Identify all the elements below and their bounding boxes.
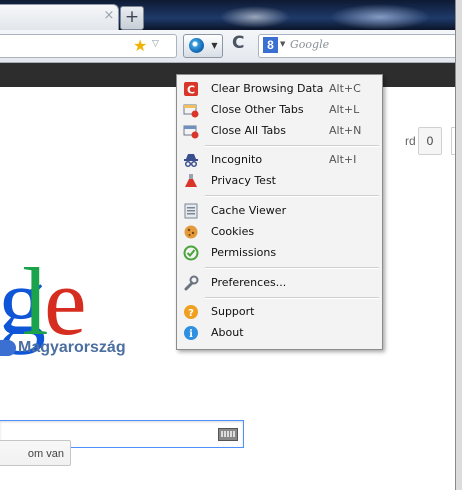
menu-separator bbox=[205, 297, 379, 299]
cache-viewer-icon bbox=[184, 203, 198, 219]
lucky-button[interactable]: om van bbox=[0, 440, 71, 466]
menu-item-about[interactable]: i About bbox=[177, 323, 382, 343]
search-bar[interactable]: 8 ▼ Google bbox=[258, 34, 456, 58]
privacy-extension-icon bbox=[189, 38, 204, 53]
menu-separator bbox=[205, 195, 379, 197]
menu-item-clear-browsing-data[interactable]: C Clear Browsing Data Alt+C bbox=[177, 79, 382, 99]
browser-window: × + ★ ▽ ▼ C 8 ▼ Google rd 0 g l e Magyar… bbox=[0, 0, 462, 490]
menu-item-close-other-tabs[interactable]: Close Other Tabs Alt+L bbox=[177, 100, 382, 120]
account-link-partial[interactable]: rd bbox=[405, 134, 416, 148]
menu-item-permissions[interactable]: Permissions bbox=[177, 243, 382, 263]
country-label: Magyarország bbox=[18, 339, 126, 356]
flask-icon bbox=[185, 174, 197, 187]
info-icon: i bbox=[184, 326, 198, 340]
menu-item-shortcut: Alt+I bbox=[329, 153, 357, 166]
menu-item-preferences[interactable]: Preferences... bbox=[177, 273, 382, 293]
menu-item-support[interactable]: ? Support bbox=[177, 302, 382, 322]
menu-item-privacy-test[interactable]: Privacy Test bbox=[177, 171, 382, 191]
menu-item-label: Privacy Test bbox=[211, 174, 276, 187]
svg-text:C: C bbox=[187, 84, 195, 97]
menu-item-incognito[interactable]: Incognito Alt+I bbox=[177, 150, 382, 170]
window-scroll-edge bbox=[455, 0, 462, 490]
menu-item-cookies[interactable]: Cookies bbox=[177, 222, 382, 242]
menu-item-shortcut: Alt+N bbox=[329, 124, 362, 137]
keyboard-icon[interactable] bbox=[218, 428, 238, 441]
url-dropdown-icon[interactable]: ▽ bbox=[152, 39, 159, 49]
close-other-tabs-icon bbox=[183, 104, 199, 118]
tab-close-icon[interactable]: × bbox=[103, 9, 115, 22]
menu-item-shortcut: Alt+C bbox=[329, 82, 361, 95]
logo-o-fragment bbox=[0, 340, 16, 356]
wrench-icon bbox=[184, 275, 199, 291]
clear-data-icon: C bbox=[184, 82, 198, 97]
svg-text:?: ? bbox=[188, 308, 194, 319]
notification-count[interactable]: 0 bbox=[418, 127, 442, 155]
bookmark-star-icon[interactable]: ★ bbox=[133, 36, 147, 56]
active-tab[interactable]: × bbox=[0, 4, 119, 31]
checkmark-icon bbox=[183, 245, 199, 261]
extension-dropdown-button[interactable]: ▼ bbox=[207, 34, 223, 58]
menu-separator bbox=[205, 145, 379, 147]
incognito-icon bbox=[184, 154, 198, 168]
url-bar[interactable]: ★ ▽ bbox=[0, 34, 177, 58]
cookie-icon bbox=[184, 225, 198, 239]
menu-item-cache-viewer[interactable]: Cache Viewer bbox=[177, 201, 382, 221]
menu-item-label: Preferences... bbox=[211, 276, 287, 289]
menu-item-close-all-tabs[interactable]: Close All Tabs Alt+N bbox=[177, 121, 382, 141]
search-placeholder: Google bbox=[290, 38, 330, 51]
help-icon: ? bbox=[184, 305, 198, 319]
menu-item-label: Cache Viewer bbox=[211, 204, 287, 217]
logo-letter-e: e bbox=[44, 250, 87, 355]
menu-item-label: Permissions bbox=[211, 246, 277, 259]
menu-item-label: Close Other Tabs bbox=[211, 103, 304, 116]
close-all-tabs-icon bbox=[183, 125, 199, 139]
privacy-extension-button[interactable] bbox=[183, 34, 209, 58]
svg-text:i: i bbox=[189, 329, 193, 340]
search-engine-dropdown-icon[interactable]: ▼ bbox=[280, 40, 285, 48]
new-tab-button[interactable]: + bbox=[120, 6, 144, 30]
tab-strip: × + bbox=[0, 0, 455, 31]
menu-item-label: Support bbox=[211, 305, 255, 318]
reload-icon[interactable]: C bbox=[232, 33, 244, 53]
menu-item-shortcut: Alt+L bbox=[329, 103, 360, 116]
menu-separator bbox=[205, 267, 379, 269]
menu-item-label: About bbox=[211, 326, 244, 339]
menu-item-label: Close All Tabs bbox=[211, 124, 286, 137]
search-engine-icon[interactable]: 8 bbox=[263, 37, 278, 53]
extension-menu: C Clear Browsing Data Alt+C Close Other … bbox=[176, 74, 383, 350]
menu-item-label: Cookies bbox=[211, 225, 255, 238]
menu-item-label: Incognito bbox=[211, 153, 263, 166]
menu-item-label: Clear Browsing Data bbox=[211, 82, 324, 95]
navigation-bar: ★ ▽ ▼ C 8 ▼ Google bbox=[0, 30, 456, 63]
